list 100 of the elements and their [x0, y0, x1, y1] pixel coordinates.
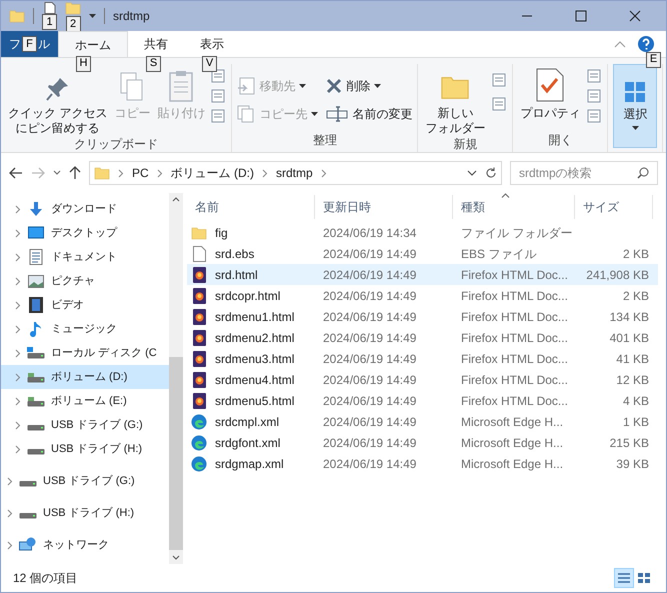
copy-to-icon	[237, 105, 256, 123]
file-row[interactable]: srdmenu4.html 2024/06/19 14:49 Firefox HTML Doc... 12 KB	[187, 369, 658, 390]
nav-item[interactable]: ボリューム (D:)	[1, 365, 169, 389]
nav-item[interactable]: ボリューム (E:)	[1, 389, 169, 413]
breadcrumb-segment[interactable]: srdtmp	[276, 164, 313, 182]
date-cell-text: 2024/06/19 14:49	[322, 266, 418, 284]
firefox-document-icon	[192, 266, 206, 282]
file-row[interactable]: srdmenu5.html 2024/06/19 14:49 Firefox HTML Doc... 4 KB	[187, 390, 658, 411]
type-cell-text: Microsoft Edge H...	[460, 414, 564, 430]
search-icon[interactable]	[637, 167, 649, 179]
checklist-icon	[536, 68, 564, 102]
ribbon-button[interactable]: プロパティ	[518, 64, 582, 121]
caret-icon	[632, 126, 639, 130]
file-row[interactable]: srdcmpl.xml 2024/06/19 14:49 Microsoft Edge H... 1 KB	[187, 411, 658, 432]
column-header[interactable]: サイズ	[575, 195, 653, 219]
nav-item[interactable]: ネットワーク	[1, 529, 169, 561]
firefox-document-icon	[192, 372, 206, 388]
ribbon-button[interactable]: 選択	[613, 64, 658, 148]
folder-icon	[191, 224, 207, 240]
file-name: srdmenu5.html	[215, 392, 294, 410]
type-cell-text: Firefox HTML Doc...	[460, 372, 569, 388]
sort-caret-icon	[501, 193, 510, 198]
chevron-right-icon	[15, 324, 21, 334]
nav-item[interactable]: USB ドライブ (H:)	[1, 437, 169, 461]
chevron-right-icon	[15, 276, 21, 286]
file-row[interactable]: srdmenu2.html 2024/06/19 14:49 Firefox HTML Doc... 401 KB	[187, 327, 658, 348]
help-icon[interactable]	[638, 36, 654, 52]
file-row[interactable]: srdgfont.xml 2024/06/19 14:49 Microsoft Edge H... 215 KB	[187, 432, 658, 453]
drive-icon	[27, 347, 45, 359]
details-view-button[interactable]	[614, 568, 634, 588]
file-row[interactable]: srd.ebs 2024/06/19 14:49 EBS ファイル 2 KB	[187, 243, 658, 264]
search-input[interactable]: srdtmpの検索	[519, 164, 637, 182]
date-cell-text: 2024/06/19 14:34	[322, 224, 418, 242]
file-row[interactable]: srdgmap.xml 2024/06/19 14:49 Microsoft Edge H... 39 KB	[187, 453, 658, 474]
drive-icon	[27, 395, 45, 407]
file-row[interactable]: srdmenu1.html 2024/06/19 14:49 Firefox HTML Doc... 134 KB	[187, 306, 658, 327]
column-header[interactable]: 種類	[453, 195, 575, 219]
file-name: srdcopr.html	[215, 288, 280, 304]
chevron-down-icon[interactable]	[467, 170, 477, 176]
file-row[interactable]: srdmenu3.html 2024/06/19 14:49 Firefox HTML Doc... 41 KB	[187, 348, 658, 369]
nav-item[interactable]: ドキュメント	[1, 245, 169, 269]
chevron-right-icon	[7, 476, 13, 486]
ribbon-button[interactable]: 名前の変更	[326, 104, 412, 124]
file-row[interactable]: srdcopr.html 2024/06/19 14:49 Firefox HTML Doc... 2 KB	[187, 285, 658, 306]
column-header[interactable]: 更新日時	[315, 195, 453, 219]
caret-icon	[299, 84, 306, 88]
file-name: fig	[215, 224, 228, 242]
date-cell-text: 2024/06/19 14:49	[322, 308, 418, 326]
chevron-right-icon	[15, 444, 21, 454]
firefox-document-icon	[192, 350, 206, 366]
copy-icon	[120, 72, 144, 102]
properties-icon[interactable]	[44, 2, 56, 14]
size-cell-text: 401 KB	[608, 330, 650, 346]
nav-item[interactable]: USB ドライブ (G:)	[1, 413, 169, 437]
type-cell-text: EBS ファイル	[460, 246, 538, 262]
firefox-document-icon	[192, 308, 206, 324]
breadcrumb-segment[interactable]: PC	[132, 164, 149, 182]
nav-item[interactable]: ローカル ディスク (C	[1, 341, 169, 365]
type-cell-text: Firefox HTML Doc...	[460, 350, 569, 368]
nav-item[interactable]: ダウンロード	[1, 197, 169, 221]
chevron-down-icon[interactable]	[53, 170, 61, 176]
collapse-ribbon-icon[interactable]	[614, 40, 626, 48]
nav-item[interactable]: USB ドライブ (H:)	[1, 497, 169, 529]
file-row[interactable]: srd.html 2024/06/19 14:49 Firefox HTML Doc... 241,908 KB	[187, 264, 658, 285]
list-icon	[617, 572, 631, 584]
up-arrow-icon[interactable]	[69, 166, 81, 180]
address-bar[interactable]: PC ボリューム (D:) srdtmp	[89, 161, 502, 185]
drive-icon	[27, 371, 45, 383]
nav-item[interactable]: デスクトップ	[1, 221, 169, 245]
document-icon	[29, 249, 43, 265]
ribbon-group-label: クリップボード	[74, 136, 158, 152]
edge-browser-icon	[191, 456, 207, 472]
ribbon-group-label: 新規	[453, 136, 478, 152]
file-row[interactable]: fig 2024/06/19 14:34 ファイル フォルダー	[187, 222, 658, 243]
file-name: srdgfont.xml	[215, 434, 280, 452]
chevron-right-icon	[15, 348, 21, 358]
date-cell-text: 2024/06/19 14:49	[322, 414, 418, 430]
ribbon-tab[interactable]: ホーム	[58, 31, 128, 57]
nav-item[interactable]: ビデオ	[1, 293, 169, 317]
size-cell-text: 39 KB	[615, 456, 650, 472]
down-arrow-icon	[28, 201, 44, 217]
nav-item[interactable]: ミュージック	[1, 317, 169, 341]
file-tab[interactable]: フ F ル	[1, 31, 58, 57]
firefox-document-icon	[192, 330, 206, 346]
search-box[interactable]: srdtmpの検索	[510, 161, 658, 185]
column-header[interactable]: 名前	[187, 195, 315, 219]
nav-item[interactable]: ピクチャ	[1, 269, 169, 293]
access-key-badge: 2	[66, 16, 80, 32]
refresh-icon[interactable]	[485, 167, 497, 179]
ribbon-tab[interactable]: 共有	[128, 31, 184, 57]
back-arrow-icon[interactable]	[9, 167, 23, 179]
ribbon-button[interactable]: 削除	[326, 76, 412, 96]
folder-icon	[65, 1, 81, 16]
breadcrumb-segment[interactable]: ボリューム (D:)	[170, 164, 254, 182]
scrollbar-thumb[interactable]	[169, 357, 183, 550]
date-cell-text: 2024/06/19 14:49	[322, 246, 418, 262]
ribbon-tab[interactable]: 表示	[184, 31, 240, 57]
nav-item[interactable]: USB ドライブ (G:)	[1, 465, 169, 497]
ribbon-button[interactable]: 新しい フォルダー	[423, 64, 488, 136]
date-cell-text: 2024/06/19 14:49	[322, 372, 418, 388]
